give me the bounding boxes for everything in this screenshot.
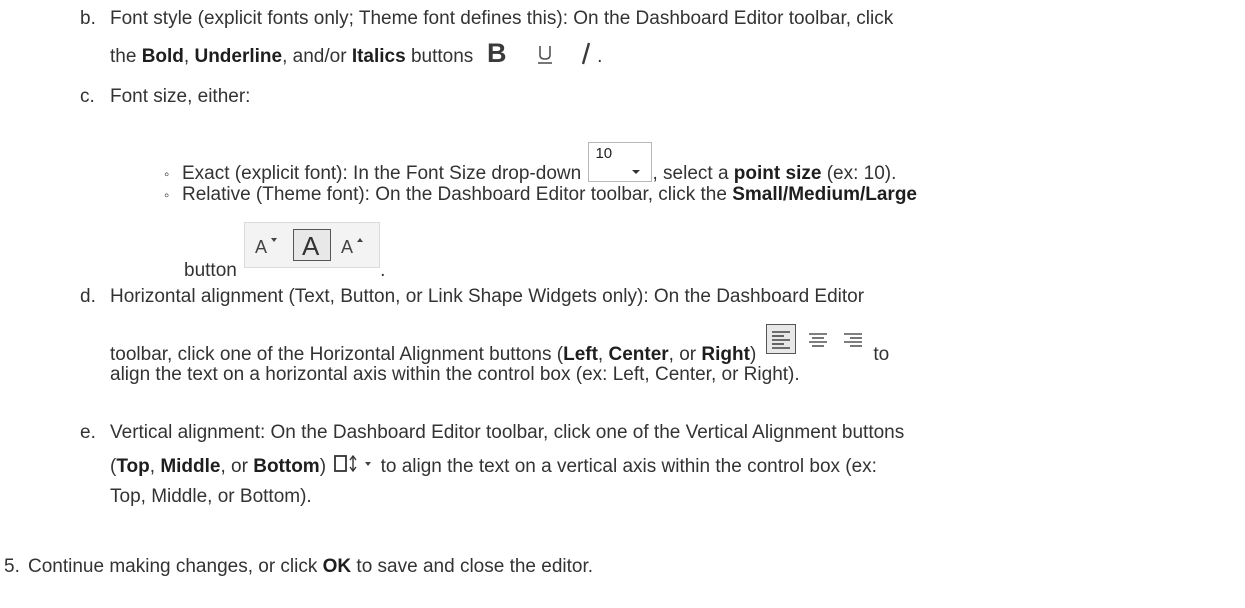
align-right-icon[interactable] [838, 326, 868, 354]
list-marker: e. [80, 422, 96, 443]
top-label: Top [116, 456, 150, 477]
font-size-text: Font size, either: [110, 86, 251, 107]
list-item-e-line2: (Top, Middle, or Bottom) to align the te… [110, 452, 877, 482]
font-size-large-icon[interactable]: A [339, 233, 369, 274]
list-item-c: c. Font size, either: [80, 82, 250, 112]
bold-label: Bold [141, 46, 184, 67]
bullet: ◦ [164, 187, 170, 204]
list-item-d: d. Horizontal alignment (Text, Button, or… [80, 282, 864, 312]
svg-text:A: A [255, 237, 267, 257]
sub-item-relative-line2: button A A A . [184, 222, 385, 291]
align-left-icon[interactable] [765, 324, 796, 354]
font-size-dropdown[interactable]: 10 [588, 142, 653, 182]
bold-icon[interactable]: B [485, 40, 521, 66]
ok-label: OK [322, 556, 352, 577]
step-5: 5. Continue making changes, or click OK t… [4, 552, 593, 582]
list-item-d-line3: align the text on a horizontal axis with… [110, 364, 800, 385]
font-size-button-group: A A A [244, 222, 381, 268]
underline-icon[interactable] [526, 40, 570, 66]
vertical-align-icon[interactable] [333, 453, 375, 475]
font-style-text: Font style (explicit fonts only; Theme f… [110, 8, 894, 29]
middle-label: Middle [160, 456, 221, 477]
bottom-label: Bottom [253, 456, 320, 477]
list-item-b-line2: the Bold, Underline, and/or Italics butt… [110, 40, 603, 67]
sub-item-relative: ◦ Relative (Theme font): On the Dashboard… [164, 180, 917, 211]
vertical-alignment-text: Vertical alignment: On the Dashboard Edi… [110, 422, 905, 443]
svg-text:A: A [302, 231, 320, 260]
svg-text:B: B [487, 40, 507, 66]
list-item-e-line3: Top, Middle, or Bottom). [110, 486, 312, 507]
list-marker: 5. [4, 556, 20, 577]
align-center-icon[interactable] [803, 326, 833, 354]
list-item-b: b. Font style (explicit fonts only; Theme… [80, 4, 893, 34]
italic-icon[interactable] [575, 40, 597, 66]
italics-label: Italics [351, 46, 406, 67]
underline-label: Underline [194, 46, 283, 67]
font-size-small-icon[interactable]: A [253, 233, 281, 274]
horizontal-alignment-text: Horizontal alignment (Text, Button, or L… [110, 286, 865, 307]
list-marker: b. [80, 8, 96, 29]
font-size-dropdown-value: 10 [595, 145, 613, 162]
small-medium-large-label: Small/Medium/Large [732, 184, 917, 205]
svg-text:A: A [341, 237, 353, 257]
list-marker: d. [80, 286, 96, 307]
list-marker: c. [80, 86, 95, 107]
list-item-e: e. Vertical alignment: On the Dashboard E… [80, 418, 904, 448]
font-size-medium-icon[interactable]: A [293, 229, 332, 261]
